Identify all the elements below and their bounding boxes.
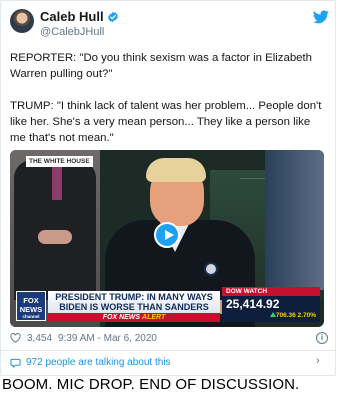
video-thumbnail[interactable]: THE WHITE HOUSE FOX NEWS channel PRESIDE… <box>10 150 324 327</box>
like-count[interactable]: 3,454 <box>27 333 52 344</box>
fox-logo-line-1: FOX <box>23 296 39 305</box>
play-icon[interactable] <box>154 222 180 248</box>
tweet-text: REPORTER: "Do you think sexism was a fac… <box>10 50 328 146</box>
author-handle[interactable]: @CalebJHull <box>40 26 104 38</box>
news-lower-third: FOX NEWS channel PRESIDENT TRUMP: IN MAN… <box>10 287 324 327</box>
author-name-row[interactable]: Caleb Hull <box>40 9 119 24</box>
speaker-hair <box>146 158 206 182</box>
tweet-paragraph-trump: TRUMP: "I think lack of talent was her p… <box>10 100 322 144</box>
twitter-bird-icon[interactable] <box>313 10 329 24</box>
fox-news-logo: FOX NEWS channel <box>16 291 46 321</box>
chat-bubble-icon <box>10 358 21 368</box>
jacket-seal-patch <box>204 262 218 276</box>
alert-brand: FOX NEWS <box>102 314 141 321</box>
white-house-tag: THE WHITE HOUSE <box>26 156 93 167</box>
conversation-link[interactable]: 972 people are talking about this <box>10 357 171 368</box>
news-headline: PRESIDENT TRUMP: IN MANY WAYS BIDEN IS W… <box>48 291 220 313</box>
tweet-card[interactable]: Caleb Hull @CalebJHull REPORTER: "Do you… <box>0 0 340 376</box>
conversation-count-text[interactable]: 972 people are talking about this <box>26 357 171 368</box>
background-flag <box>265 150 324 290</box>
chevron-right-icon[interactable]: › <box>316 356 324 367</box>
white-house-tag-text: THE WHITE HOUSE <box>29 158 90 165</box>
tweet-paragraph-reporter: REPORTER: "Do you think sexism was a fac… <box>10 52 313 80</box>
meme-caption: BOOM. MIC DROP. END OF DISCUSSION. <box>2 376 300 393</box>
news-alert-bar: FOX NEWS ALERT <box>48 313 220 322</box>
fox-logo-sub: channel <box>22 314 40 319</box>
author-avatar[interactable] <box>10 9 34 33</box>
heart-icon[interactable] <box>10 333 21 343</box>
tweet-timestamp[interactable]: 9:39 AM - Mar 6, 2020 <box>58 333 157 344</box>
aide-hands <box>38 230 72 244</box>
info-icon[interactable]: i <box>316 332 328 344</box>
author-name[interactable]: Caleb Hull <box>40 9 104 24</box>
verified-badge-icon <box>107 11 118 22</box>
dow-change: 706.36 2.70% <box>275 312 316 319</box>
dow-value: 25,414.92 <box>226 297 280 311</box>
card-divider <box>0 350 336 351</box>
fox-logo-line-2: NEWS <box>19 305 43 314</box>
tweet-meta-row: 3,454 9:39 AM - Mar 6, 2020 <box>10 331 328 345</box>
dow-label: DOW WATCH <box>222 287 320 296</box>
alert-word: ALERT <box>142 314 166 321</box>
dow-ticker: DOW WATCH 25,414.92 706.36 2.70% <box>222 287 320 322</box>
